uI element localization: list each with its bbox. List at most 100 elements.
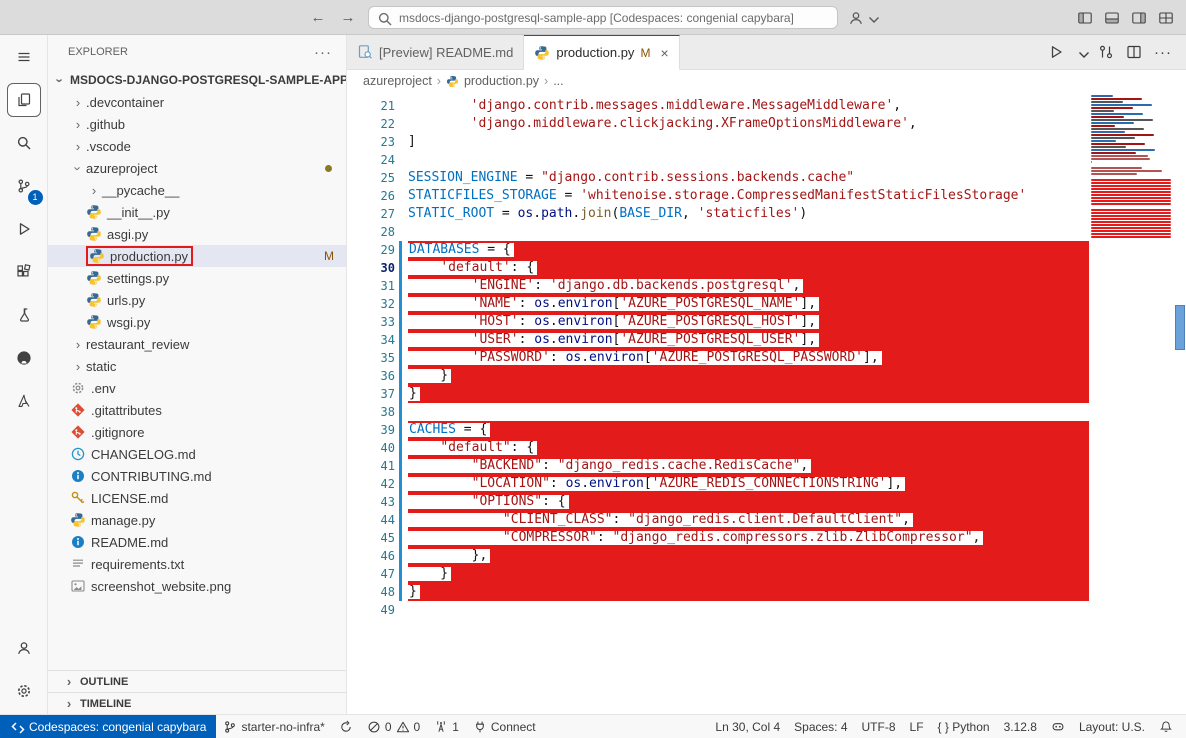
tree-item-LICENSE.md[interactable]: LICENSE.md [48, 487, 346, 509]
status-ports[interactable]: 1 [427, 715, 466, 738]
tree-item-manage.py[interactable]: manage.py [48, 509, 346, 531]
toggle-sidebar-left-icon[interactable] [1077, 10, 1093, 26]
tree-item-static[interactable]: ›static [48, 355, 346, 377]
open-changes-icon[interactable] [1098, 44, 1114, 60]
code-line-39[interactable]: 39CACHES = { [347, 421, 1089, 439]
tree-root-folder[interactable]: › MSDOCS-DJANGO-POSTGRESQL-SAMPLE-APP... [48, 69, 346, 91]
status-copilot[interactable] [1044, 715, 1072, 738]
minimap[interactable] [1089, 92, 1174, 714]
code-line-31[interactable]: 31 'ENGINE': 'django.db.backends.postgre… [347, 277, 1089, 295]
explorer-actions-icon[interactable]: ··· [314, 44, 332, 61]
customize-layout-icon[interactable] [1158, 10, 1174, 26]
code-line-49[interactable]: 49 [347, 601, 1089, 619]
code-line-22[interactable]: 22 'django.middleware.clickjacking.XFram… [347, 115, 1089, 133]
code-line-32[interactable]: 32 'NAME': os.environ['AZURE_POSTGRESQL_… [347, 295, 1089, 313]
code-line-23[interactable]: 23] [347, 133, 1089, 151]
sidebar-section-timeline[interactable]: ›TIMELINE [48, 692, 346, 714]
tree-item-README.md[interactable]: README.md [48, 531, 346, 553]
status-eol[interactable]: LF [903, 715, 931, 738]
code-line-27[interactable]: 27STATIC_ROOT = os.path.join(BASE_DIR, '… [347, 205, 1089, 223]
tree-item-settings.py[interactable]: settings.py [48, 267, 346, 289]
code-line-45[interactable]: 45 "COMPRESSOR": "django_redis.compresso… [347, 529, 1089, 547]
status-branch[interactable]: starter-no-infra* [216, 715, 331, 738]
tree-item-.vscode[interactable]: ›.vscode [48, 135, 346, 157]
tree-item-CONTRIBUTING.md[interactable]: CONTRIBUTING.md [48, 465, 346, 487]
status-encoding[interactable]: UTF-8 [855, 715, 903, 738]
accounts-menu[interactable] [848, 10, 878, 26]
tree-item-screenshot_website.png[interactable]: screenshot_website.png [48, 575, 346, 597]
code-line-42[interactable]: 42 "LOCATION": os.environ['AZURE_REDIS_C… [347, 475, 1089, 493]
tab--preview-readme.md[interactable]: [Preview] README.md [347, 35, 524, 69]
activity-search-button[interactable] [7, 126, 41, 160]
command-center[interactable] [368, 6, 838, 29]
activity-extensions-button[interactable] [7, 255, 41, 289]
tree-item-.gitignore[interactable]: .gitignore [48, 421, 346, 443]
activity-explorer-button[interactable] [7, 83, 41, 117]
status-cursor-position[interactable]: Ln 30, Col 4 [708, 715, 787, 738]
activity-accounts-button[interactable] [7, 631, 41, 665]
code-line-40[interactable]: 40 "default": { [347, 439, 1089, 457]
activity-azure-button[interactable] [7, 384, 41, 418]
breadcrumb-item[interactable]: production.py [446, 74, 539, 88]
activity-settings-button[interactable] [7, 674, 41, 708]
status-language-mode[interactable]: { } Python [931, 715, 997, 738]
tree-item-__init__.py[interactable]: __init__.py [48, 201, 346, 223]
nav-back-button[interactable]: ← [308, 9, 328, 26]
status-connect[interactable]: Connect [466, 715, 543, 738]
code-line-29[interactable]: 29DATABASES = { [347, 241, 1089, 259]
tree-item-asgi.py[interactable]: asgi.py [48, 223, 346, 245]
status-problems[interactable]: 00 [360, 715, 427, 738]
scrollbar-marker[interactable] [1175, 305, 1185, 350]
tree-item-wsgi.py[interactable]: wsgi.py [48, 311, 346, 333]
code-line-30[interactable]: 30 'default': { [347, 259, 1089, 277]
remote-indicator[interactable]: Codespaces: congenial capybara [0, 715, 216, 738]
code-line-28[interactable]: 28 [347, 223, 1089, 241]
code-line-46[interactable]: 46 }, [347, 547, 1089, 565]
code-line-21[interactable]: 21 'django.contrib.messages.middleware.M… [347, 97, 1089, 115]
code-line-43[interactable]: 43 "OPTIONS": { [347, 493, 1089, 511]
run-dropdown-icon[interactable] [1076, 47, 1086, 57]
status-keyboard-layout[interactable]: Layout: U.S. [1072, 715, 1152, 738]
code-line-38[interactable]: 38 [347, 403, 1089, 421]
tree-item-__pycache__[interactable]: ›__pycache__ [48, 179, 346, 201]
run-python-file-button[interactable] [1048, 44, 1064, 60]
tree-item-requirements.txt[interactable]: requirements.txt [48, 553, 346, 575]
toggle-panel-bottom-icon[interactable] [1104, 10, 1120, 26]
tree-item-urls.py[interactable]: urls.py [48, 289, 346, 311]
tree-item-CHANGELOG.md[interactable]: CHANGELOG.md [48, 443, 346, 465]
status-sync[interactable] [332, 715, 360, 738]
code-line-37[interactable]: 37} [347, 385, 1089, 403]
status-python-version[interactable]: 3.12.8 [997, 715, 1044, 738]
activity-github-button[interactable] [7, 341, 41, 375]
split-editor-icon[interactable] [1126, 44, 1142, 60]
code-line-35[interactable]: 35 'PASSWORD': os.environ['AZURE_POSTGRE… [347, 349, 1089, 367]
tree-item-restaurant_review[interactable]: ›restaurant_review [48, 333, 346, 355]
status-indentation[interactable]: Spaces: 4 [787, 715, 854, 738]
tree-item-production.py[interactable]: production.pyM [48, 245, 346, 267]
code-line-44[interactable]: 44 "CLIENT_CLASS": "django_redis.client.… [347, 511, 1089, 529]
code-line-24[interactable]: 24 [347, 151, 1089, 169]
tree-item-.github[interactable]: ›.github [48, 113, 346, 135]
breadcrumb-item[interactable]: ... [553, 74, 563, 88]
activity-run-debug-button[interactable] [7, 212, 41, 246]
tree-item-.gitattributes[interactable]: .gitattributes [48, 399, 346, 421]
code-line-34[interactable]: 34 'USER': os.environ['AZURE_POSTGRESQL_… [347, 331, 1089, 349]
breadcrumb-item[interactable]: azureproject [363, 74, 432, 88]
toggle-sidebar-right-icon[interactable] [1131, 10, 1147, 26]
code-line-36[interactable]: 36 } [347, 367, 1089, 385]
code-editor[interactable]: 21 'django.contrib.messages.middleware.M… [347, 92, 1186, 714]
activity-testing-button[interactable] [7, 298, 41, 332]
code-line-47[interactable]: 47 } [347, 565, 1089, 583]
code-line-26[interactable]: 26STATICFILES_STORAGE = 'whitenoise.stor… [347, 187, 1089, 205]
status-notifications[interactable] [1152, 715, 1180, 738]
tree-item-.env[interactable]: .env [48, 377, 346, 399]
editor-more-actions-icon[interactable]: ··· [1154, 44, 1172, 61]
activity-menu-button[interactable] [7, 40, 41, 74]
editor-scrollbar[interactable] [1174, 92, 1186, 714]
nav-forward-button[interactable]: → [338, 9, 358, 26]
tree-item-.devcontainer[interactable]: ›.devcontainer [48, 91, 346, 113]
code-line-48[interactable]: 48} [347, 583, 1089, 601]
command-center-input[interactable] [397, 10, 829, 26]
close-tab-icon[interactable]: × [660, 45, 668, 61]
code-line-33[interactable]: 33 'HOST': os.environ['AZURE_POSTGRESQL_… [347, 313, 1089, 331]
